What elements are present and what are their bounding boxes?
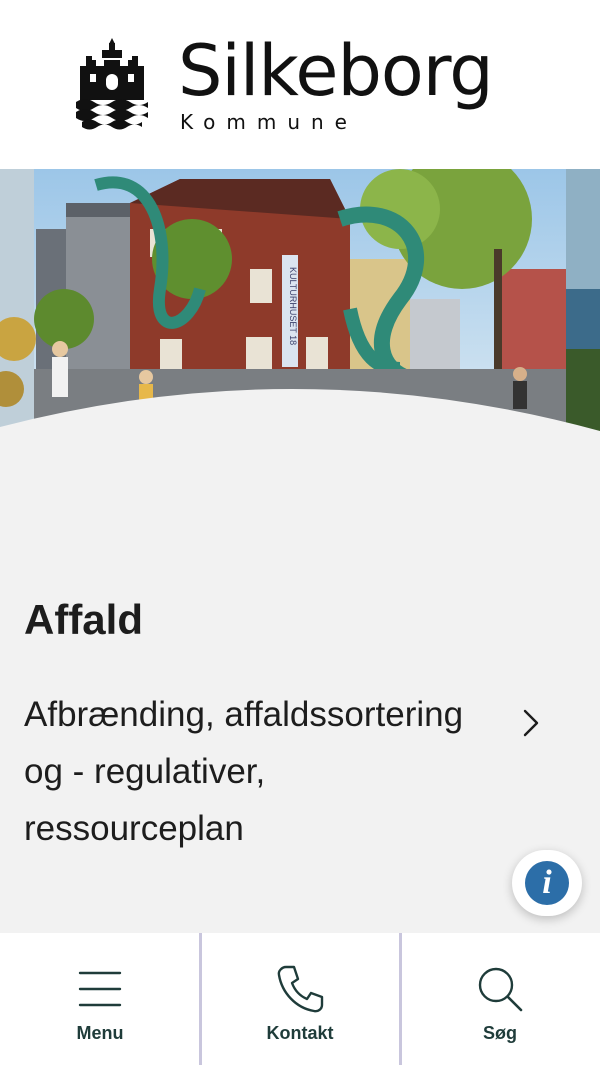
logo-wordmark: Silkeborg Kommune — [178, 30, 494, 134]
site-logo[interactable]: Silkeborg Kommune — [76, 30, 494, 134]
nav-contact-label: Kontakt — [266, 1023, 334, 1043]
logo-subtitle: Kommune — [180, 110, 358, 134]
hamburger-menu-icon — [78, 971, 122, 1007]
logo-name: Silkeborg — [178, 30, 494, 112]
subpage-link-label: Afbrænding, affaldssortering og - regula… — [24, 695, 464, 848]
chevron-right-icon — [523, 709, 539, 737]
affald-subpage-link[interactable]: Afbrænding, affaldssortering og - regula… — [24, 686, 564, 857]
info-icon: i — [525, 861, 569, 905]
phone-icon — [277, 965, 324, 1013]
nav-contact-button[interactable]: Kontakt — [199, 933, 400, 1065]
search-icon — [478, 967, 523, 1012]
hero-photo-illustration: KULTURHUSET 18 — [0, 169, 600, 434]
nav-menu-label: Menu — [76, 1023, 124, 1043]
nav-search-button[interactable]: Søg — [399, 933, 600, 1065]
hero-sign-text: KULTURHUSET 18 — [288, 267, 298, 345]
silkeborg-crest-icon — [76, 38, 148, 130]
bottom-navigation: Menu Kontakt Søg — [0, 933, 600, 1065]
page-title: Affald — [24, 596, 143, 643]
nav-menu-button[interactable]: Menu — [0, 933, 200, 1065]
info-button[interactable]: i — [512, 850, 582, 916]
site-header: Silkeborg Kommune — [0, 0, 600, 170]
hero-image: KULTURHUSET 18 — [0, 169, 600, 434]
nav-search-label: Søg — [483, 1023, 517, 1043]
